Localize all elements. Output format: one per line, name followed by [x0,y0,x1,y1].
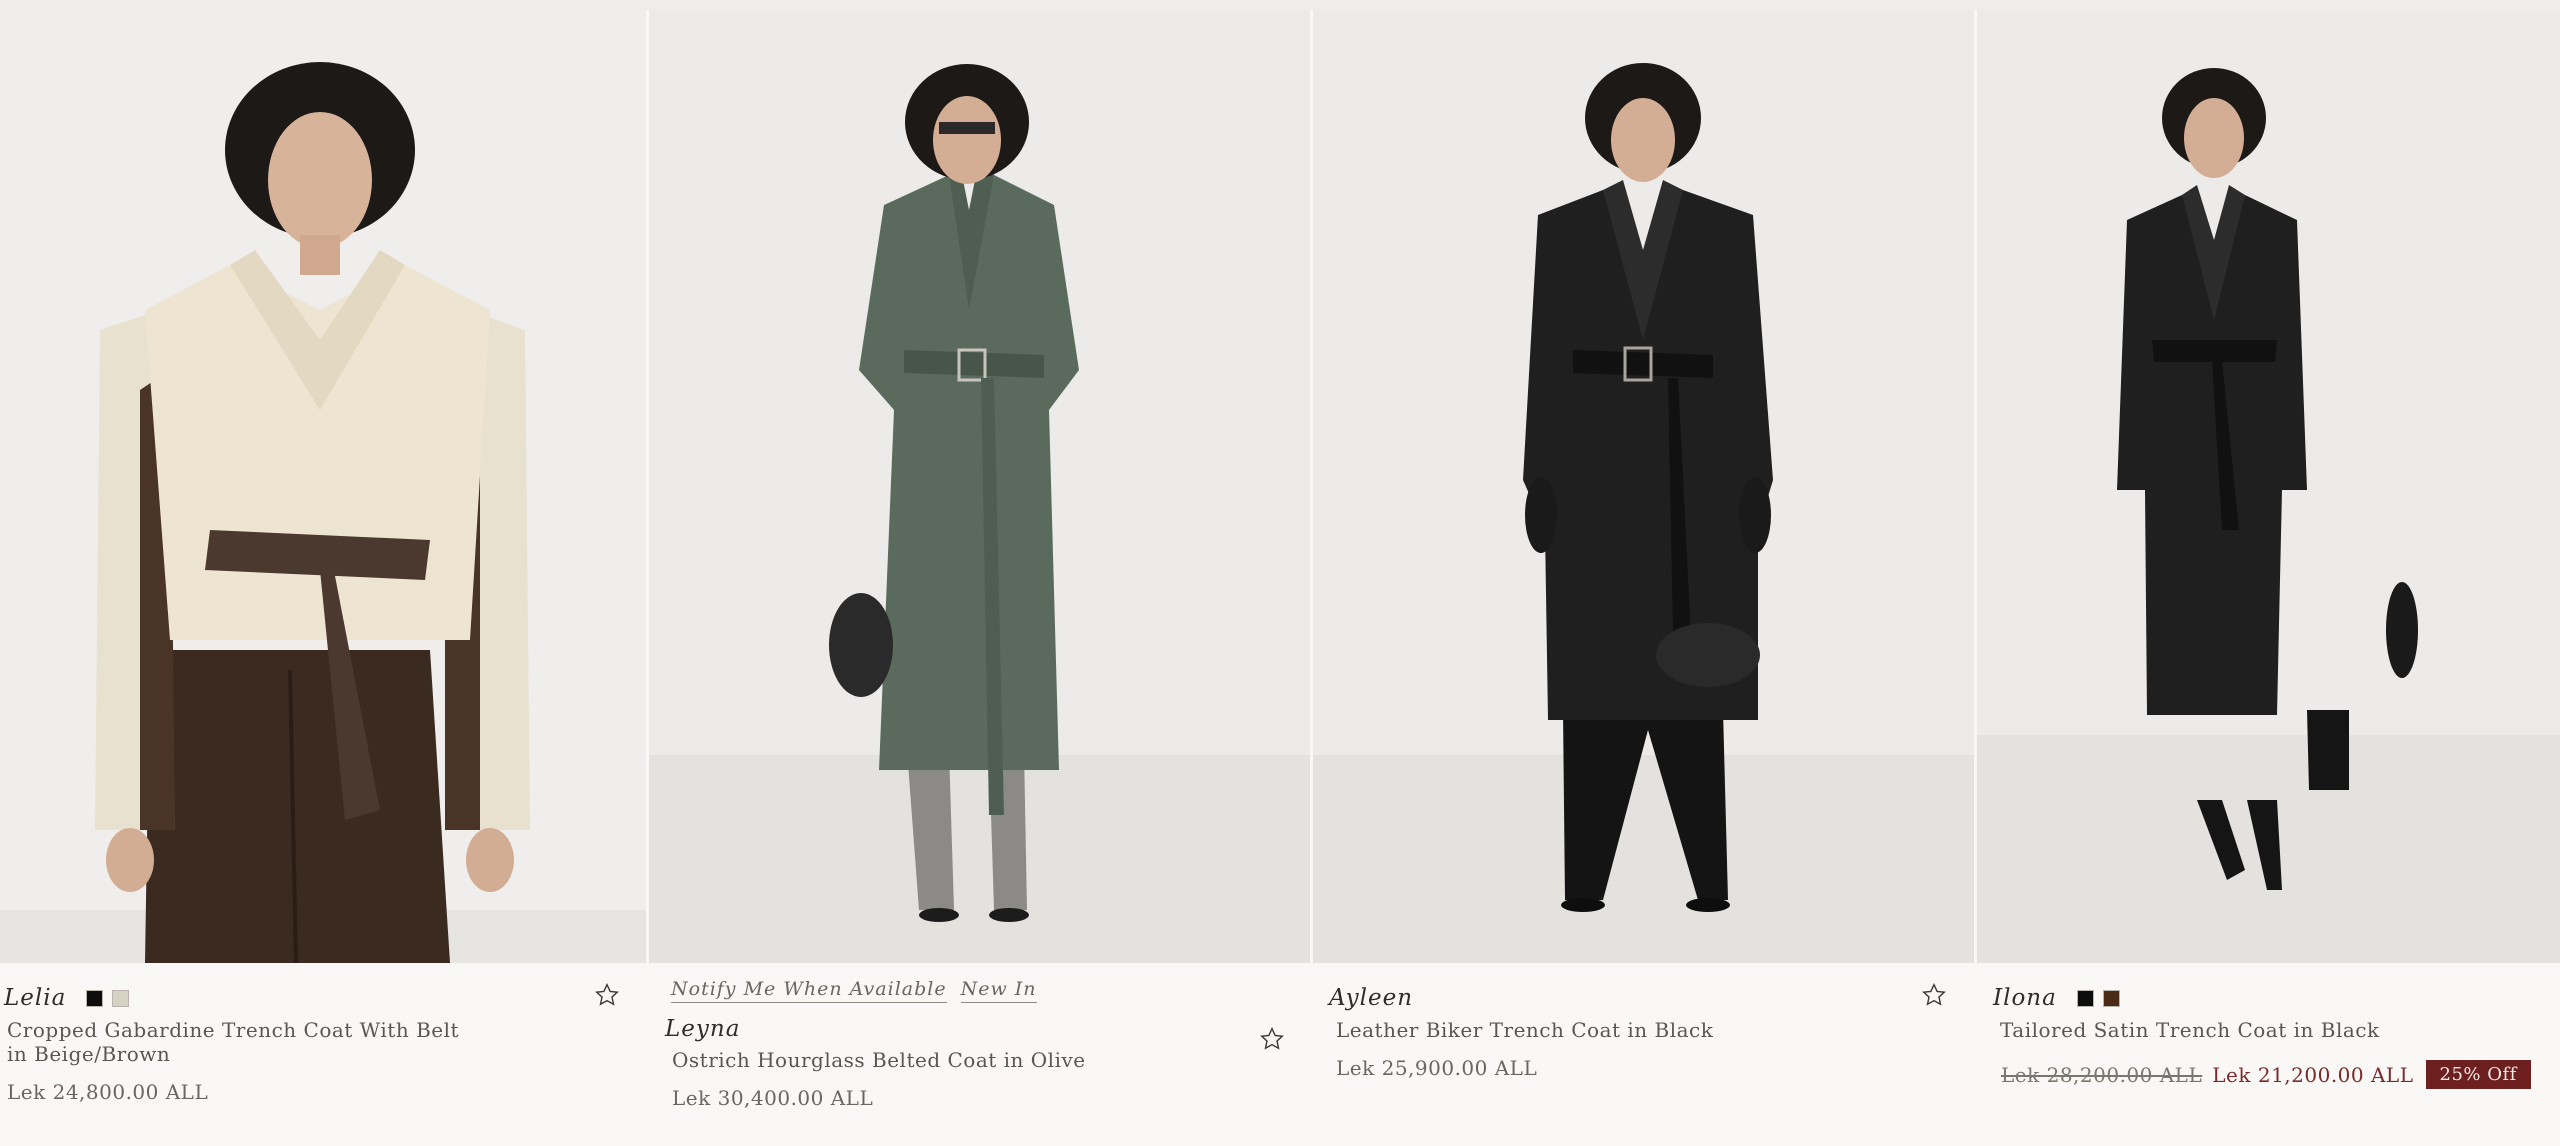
product-name[interactable]: Ostrich Hourglass Belted Coat in Olive [649,1048,1142,1072]
discount-badge: 25% Off [2425,1060,2531,1089]
product-price: Lek 24,800.00 ALL [7,1080,209,1104]
product-image[interactable] [649,10,1310,963]
product-info: Lelia Cropped Gabardine Trench Coat With… [0,978,646,1104]
product-name[interactable]: Leather Biker Trench Coat in Black [1313,1018,1806,1042]
brand-name: Leyna [665,1016,741,1042]
product-info: Ilona Tailored Satin Trench Coat in Blac… [1977,978,2560,1089]
product-card[interactable]: Ilona Tailored Satin Trench Coat in Blac… [1977,10,2560,1146]
brand-name: Lelia [4,985,67,1011]
top-strip [0,0,2560,10]
brand-row: Leyna [649,1014,1310,1044]
color-swatch-black[interactable] [86,989,104,1007]
color-swatch-brown[interactable] [2102,989,2120,1007]
favorite-star-icon[interactable] [590,978,624,1012]
color-swatch-beige[interactable] [112,989,130,1007]
notify-me-link[interactable]: Notify Me When Available [671,978,947,1003]
original-price: Lek 28,200.00 ALL [2001,1062,2203,1087]
product-image[interactable] [0,10,646,963]
brand-name: Ilona [1993,985,2057,1011]
favorite-star-icon[interactable] [1917,978,1951,1012]
product-card[interactable]: Lelia Cropped Gabardine Trench Coat With… [0,10,646,1146]
product-info: Notify Me When Available New In Leyna Os… [649,978,1310,1110]
product-card[interactable]: Notify Me When Available New In Leyna Os… [649,10,1310,1146]
product-name[interactable]: Tailored Satin Trench Coat in Black [1977,1018,2470,1042]
price-row: Lek 28,200.00 ALL Lek 21,200.00 ALL 25% … [1977,1060,2560,1089]
brand-row: Lelia [0,978,646,1018]
new-in-link[interactable]: New In [960,978,1037,1003]
product-info: Ayleen Leather Biker Trench Coat in Blac… [1313,978,1974,1080]
product-name[interactable]: Cropped Gabardine Trench Coat With Belt … [0,1018,477,1066]
brand-name: Ayleen [1329,985,1414,1011]
product-image[interactable] [1977,10,2560,963]
color-swatch-black[interactable] [2076,989,2094,1007]
product-price: Lek 25,900.00 ALL [1336,1056,1538,1080]
brand-row: Ilona [1977,978,2560,1018]
sale-price: Lek 21,200.00 ALL [2212,1062,2414,1087]
product-grid: Lelia Cropped Gabardine Trench Coat With… [0,10,2560,1146]
product-tags: Notify Me When Available New In [649,978,1310,1014]
product-image[interactable] [1313,10,1974,963]
product-card[interactable]: Ayleen Leather Biker Trench Coat in Blac… [1313,10,1974,1146]
favorite-star-icon[interactable] [1255,1022,1289,1056]
brand-row: Ayleen [1313,978,1974,1018]
product-price: Lek 30,400.00 ALL [672,1086,874,1110]
